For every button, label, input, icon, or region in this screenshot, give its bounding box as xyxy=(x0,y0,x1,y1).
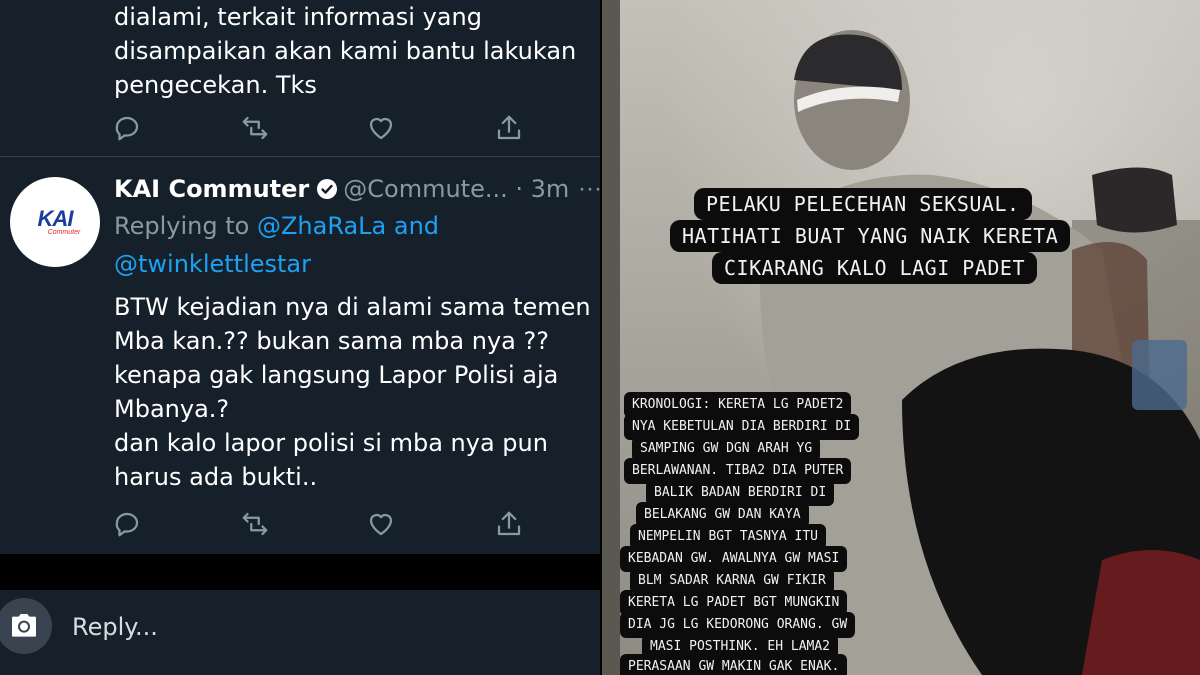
avatar[interactable]: KAI Commuter xyxy=(10,177,100,267)
and-link[interactable]: and xyxy=(394,212,439,240)
avatar-brand: KAI xyxy=(37,205,74,231)
replying-to-second: @twinklettlestar xyxy=(114,247,311,281)
divider xyxy=(0,156,600,157)
share-icon[interactable] xyxy=(494,509,524,539)
story-caption-title: HATIHATI BUAT YANG NAIK KERETA xyxy=(670,220,1071,252)
tweet-line: Mbanya.? xyxy=(114,395,230,423)
share-icon[interactable] xyxy=(494,113,524,143)
mention-link[interactable]: @twinklettlestar xyxy=(114,250,311,278)
reply-icon[interactable] xyxy=(112,509,142,539)
section-gap xyxy=(0,554,600,590)
story-caption-title: CIKARANG KALO LAGI PADET xyxy=(712,252,1037,284)
retweet-icon[interactable] xyxy=(240,113,270,143)
mention-link[interactable]: @ZhaRaLa xyxy=(257,212,386,240)
tweet-actions xyxy=(112,509,532,539)
handle[interactable]: @Commute... xyxy=(343,175,507,203)
avatar-sub: Commuter xyxy=(47,228,81,236)
reply-input[interactable]: Reply... xyxy=(72,610,158,644)
twitter-thread-panel: dialami, terkait informasi yang disampai… xyxy=(0,0,600,675)
tweet-line: kenapa gak langsung Lapor Polisi aja xyxy=(114,361,559,389)
tweet-actions xyxy=(112,113,532,143)
tweet-line: harus ada bukti.. xyxy=(114,463,318,491)
retweet-icon[interactable] xyxy=(240,509,270,539)
story-caption-title: PELAKU PELECEHAN SEKSUAL. xyxy=(694,188,1032,220)
story-photo-panel: PELAKU PELECEHAN SEKSUAL. HATIHATI BUAT … xyxy=(602,0,1200,675)
like-icon[interactable] xyxy=(366,509,396,539)
like-icon[interactable] xyxy=(366,113,396,143)
more-options-icon[interactable]: ··· xyxy=(578,172,600,206)
tweet-top-line: dialami, terkait informasi yang xyxy=(114,3,482,31)
tweet-line: dan kalo lapor polisi si mba nya pun xyxy=(114,429,548,457)
tweet-header: KAI Commuter @Commute... · 3m xyxy=(114,172,569,206)
display-name[interactable]: KAI Commuter xyxy=(114,175,309,203)
tweet-top-line: pengecekan. Tks xyxy=(114,71,317,99)
tweet-line: Mba kan.?? bukan sama mba nya ?? xyxy=(114,327,549,355)
timestamp: · 3m xyxy=(515,175,570,203)
verified-icon xyxy=(317,179,338,199)
replying-to: Replying to @ZhaRaLa and xyxy=(114,209,439,243)
reply-icon[interactable] xyxy=(112,113,142,143)
story-caption-body: PERASAAN GW MAKIN GAK ENAK. xyxy=(620,654,848,675)
tweet-top-line: disampaikan akan kami bantu lakukan xyxy=(114,37,577,65)
replying-prefix: Replying to xyxy=(114,212,250,240)
tweet-line: BTW kejadian nya di alami sama temen xyxy=(114,293,591,321)
